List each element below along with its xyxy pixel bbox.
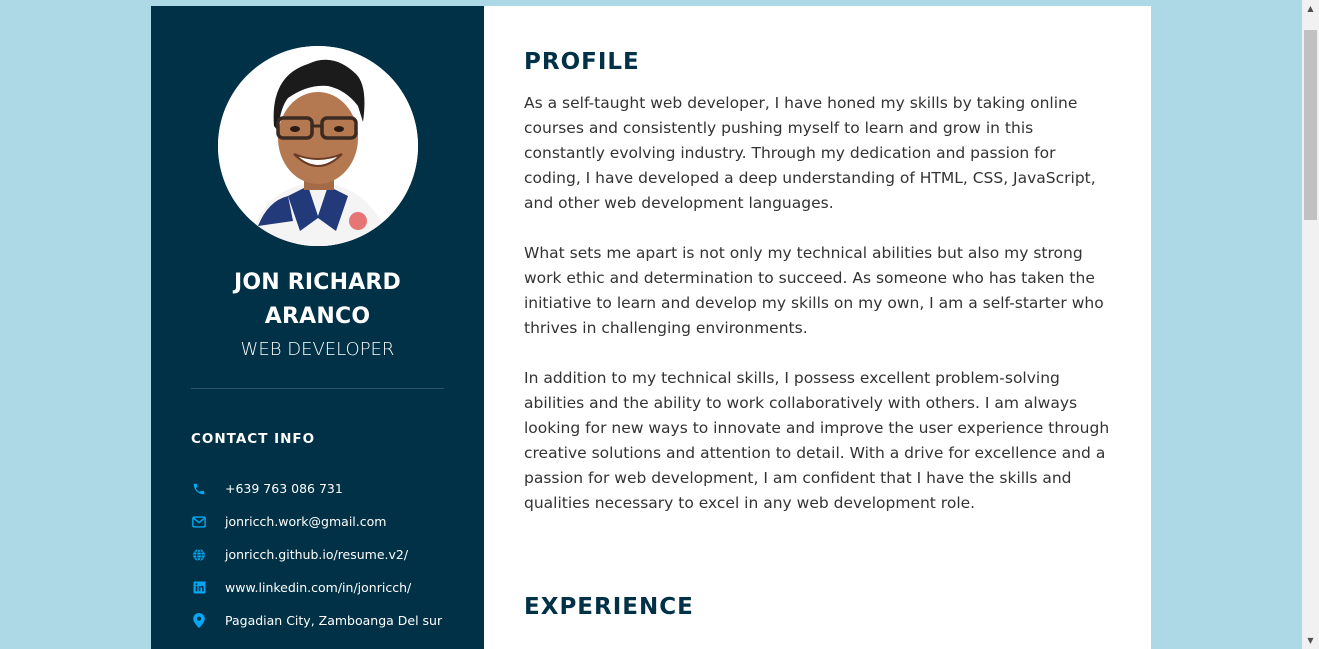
profile-photo [218, 46, 418, 246]
profile-paragraph: What sets me apart is not only my techni… [524, 244, 1104, 337]
scroll-up-arrow-icon[interactable]: ▲ [1302, 0, 1319, 17]
profile-body: As a self-taught web developer, I have h… [524, 91, 1114, 541]
last-name: ARANCO [264, 304, 371, 329]
scroll-thumb[interactable] [1304, 30, 1317, 220]
contact-item-linkedin[interactable]: www.linkedin.com/in/jonricch/ [191, 571, 471, 604]
phone-number: +639 763 086 731 [225, 481, 343, 496]
contact-item-email[interactable]: jonricch.work@gmail.com [191, 505, 471, 538]
location-pin-icon [191, 613, 207, 629]
main-content: PROFILE As a self-taught web developer, … [484, 6, 1151, 649]
envelope-icon [191, 514, 207, 530]
divider [191, 388, 444, 389]
job-title: WEB DEVELOPER [240, 339, 395, 360]
sidebar: JON RICHARD ARANCO WEB DEVELOPER CONTACT… [151, 6, 484, 649]
profile-paragraph: As a self-taught web developer, I have h… [524, 94, 1096, 212]
contact-item-phone[interactable]: +639 763 086 731 [191, 472, 471, 505]
resume-container: JON RICHARD ARANCO WEB DEVELOPER CONTACT… [151, 6, 1151, 649]
first-name: JON RICHARD [233, 270, 402, 295]
profile-paragraph: In addition to my technical skills, I po… [524, 369, 1110, 512]
phone-icon [191, 481, 207, 497]
profile-heading: PROFILE [524, 49, 640, 75]
avatar [218, 46, 418, 246]
page: JON RICHARD ARANCO WEB DEVELOPER CONTACT… [0, 0, 1319, 649]
globe-icon [191, 547, 207, 563]
contact-info-heading: CONTACT INFO [191, 431, 316, 447]
experience-heading: EXPERIENCE [524, 594, 694, 620]
vertical-scrollbar[interactable]: ▲ ▼ [1302, 0, 1319, 649]
location-text: Pagadian City, Zamboanga Del sur [225, 613, 443, 628]
website-url: jonricch.github.io/resume.v2/ [225, 547, 409, 562]
full-name: JON RICHARD ARANCO [151, 266, 484, 334]
email-address: jonricch.work@gmail.com [225, 514, 387, 529]
contact-item-location[interactable]: Pagadian City, Zamboanga Del sur [191, 604, 471, 637]
contact-item-website[interactable]: jonricch.github.io/resume.v2/ [191, 538, 471, 571]
linkedin-url: www.linkedin.com/in/jonricch/ [225, 580, 412, 595]
contact-list: +639 763 086 731 jonricch.work@gmail.com… [191, 472, 471, 637]
linkedin-icon [191, 580, 207, 596]
scroll-down-arrow-icon[interactable]: ▼ [1302, 632, 1319, 649]
